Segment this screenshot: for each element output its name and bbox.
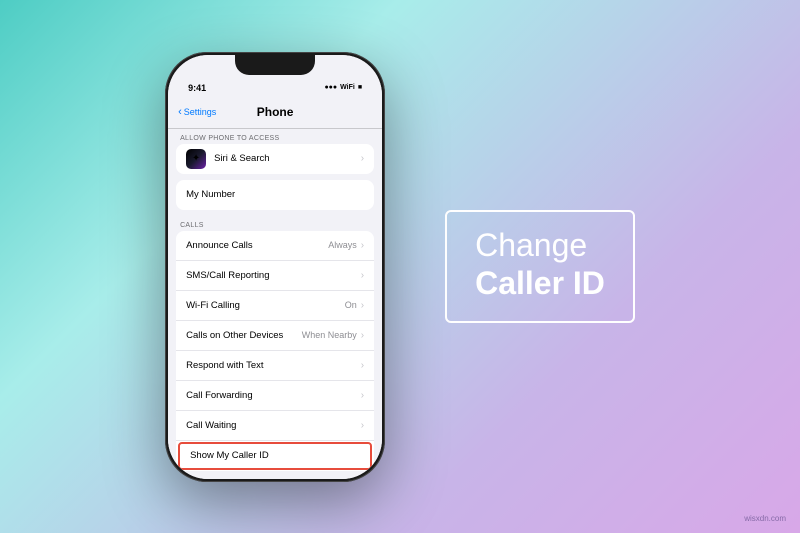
title-callerid: Caller ID: [475, 266, 605, 301]
settings-row-wifi-calling[interactable]: Wi-Fi Calling On ›: [176, 291, 374, 321]
settings-row-sms[interactable]: SMS/Call Reporting ›: [176, 261, 374, 291]
section-header-calls: CALLS: [168, 216, 382, 231]
status-time: 9:41: [188, 83, 206, 93]
settings-row-respond[interactable]: Respond with Text ›: [176, 351, 374, 381]
phone-inner: 9:41 ●●● WiFi ■ ‹ Settings Phone: [168, 55, 382, 479]
phone-screen: 9:41 ●●● WiFi ■ ‹ Settings Phone: [168, 55, 382, 479]
title-box: Change Caller ID: [445, 210, 635, 322]
settings-row-siri[interactable]: ✦ Siri & Search ›: [176, 144, 374, 174]
settings-group-allow: ✦ Siri & Search ›: [176, 144, 374, 174]
phone-notch: [235, 55, 315, 75]
right-panel: Change Caller ID: [445, 210, 635, 322]
back-label: Settings: [184, 107, 217, 117]
mynumber-label: My Number: [186, 189, 364, 200]
back-button[interactable]: ‹ Settings: [178, 106, 216, 118]
back-chevron-icon: ‹: [178, 106, 182, 118]
respond-label: Respond with Text: [186, 360, 361, 371]
respond-chevron-icon: ›: [361, 360, 364, 371]
section-header-allow: ALLOW PHONE TO ACCESS: [168, 129, 382, 144]
status-bar: 9:41 ●●● WiFi ■: [168, 79, 382, 97]
wifi-icon: WiFi: [340, 84, 355, 91]
announce-chevron-icon: ›: [361, 240, 364, 251]
siri-icon: ✦: [186, 149, 206, 169]
siri-chevron-icon: ›: [361, 153, 364, 164]
wifi-calling-value: On: [345, 300, 357, 310]
settings-content: ALLOW PHONE TO ACCESS ✦ Siri & Search ›: [168, 129, 382, 477]
forwarding-label: Call Forwarding: [186, 390, 361, 401]
settings-row-mynumber[interactable]: My Number: [176, 180, 374, 210]
other-devices-value: When Nearby: [302, 330, 357, 340]
phone-mockup: 9:41 ●●● WiFi ■ ‹ Settings Phone: [165, 52, 385, 482]
title-change: Change: [475, 228, 605, 263]
sms-chevron-icon: ›: [361, 270, 364, 281]
watermark: wisxdn.com: [744, 514, 786, 523]
wifi-calling-chevron-icon: ›: [361, 300, 364, 311]
sms-label: SMS/Call Reporting: [186, 270, 361, 281]
waiting-label: Call Waiting: [186, 420, 361, 431]
nav-bar: ‹ Settings Phone: [168, 97, 382, 129]
callerid-label: Show My Caller ID: [190, 450, 360, 461]
settings-row-forwarding[interactable]: Call Forwarding ›: [176, 381, 374, 411]
battery-icon: ■: [358, 84, 362, 91]
wifi-calling-label: Wi-Fi Calling: [186, 300, 345, 311]
signal-icon: ●●●: [324, 84, 337, 91]
settings-row-other-devices[interactable]: Calls on Other Devices When Nearby ›: [176, 321, 374, 351]
siri-label: Siri & Search: [214, 153, 361, 164]
settings-row-announce[interactable]: Announce Calls Always ›: [176, 231, 374, 261]
other-devices-label: Calls on Other Devices: [186, 330, 302, 341]
forwarding-chevron-icon: ›: [361, 390, 364, 401]
settings-row-callerid[interactable]: Show My Caller ID: [178, 442, 372, 470]
announce-value: Always: [328, 240, 357, 250]
nav-title: Phone: [257, 105, 294, 119]
announce-label: Announce Calls: [186, 240, 328, 251]
status-icons: ●●● WiFi ■: [324, 84, 362, 91]
other-devices-chevron-icon: ›: [361, 330, 364, 341]
settings-row-waiting[interactable]: Call Waiting ›: [176, 411, 374, 441]
settings-group-calls: Announce Calls Always › SMS/Call Reporti…: [176, 231, 374, 471]
scene: 9:41 ●●● WiFi ■ ‹ Settings Phone: [0, 0, 800, 533]
waiting-chevron-icon: ›: [361, 420, 364, 431]
settings-group-mynumber: My Number: [176, 180, 374, 210]
